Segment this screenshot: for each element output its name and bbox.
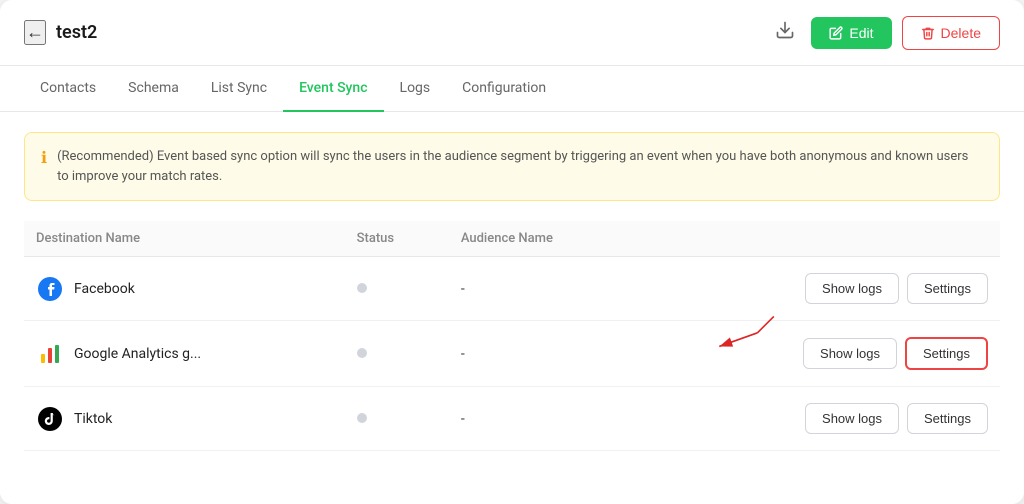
facebook-settings-button[interactable]: Settings	[907, 273, 988, 304]
info-icon: ℹ	[41, 148, 47, 167]
facebook-status	[345, 257, 449, 321]
tiktok-actions: Show logs Settings	[646, 387, 1000, 451]
trash-icon	[921, 26, 935, 40]
col-audience-name: Audience Name	[449, 221, 646, 257]
page-container: ← test2 Edit	[0, 0, 1024, 504]
google-analytics-settings-button[interactable]: Settings	[905, 337, 988, 370]
col-actions	[646, 221, 1000, 257]
tiktok-show-logs-button[interactable]: Show logs	[805, 403, 899, 434]
facebook-audience: -	[449, 257, 646, 321]
google-analytics-status-dot	[357, 348, 367, 358]
col-status: Status	[345, 221, 449, 257]
google-analytics-icon	[36, 340, 64, 368]
tab-schema[interactable]: Schema	[112, 66, 195, 112]
google-analytics-actions: Show logs Settings	[646, 321, 1000, 387]
content-area: ℹ (Recommended) Event based sync option …	[0, 112, 1024, 504]
google-analytics-audience: -	[449, 321, 646, 387]
page-title: test2	[56, 22, 97, 43]
col-destination-name: Destination Name	[24, 221, 345, 257]
edit-button[interactable]: Edit	[811, 17, 891, 49]
tab-logs[interactable]: Logs	[384, 66, 447, 112]
destinations-table: Destination Name Status Audience Name	[24, 221, 1000, 451]
back-button[interactable]: ←	[24, 20, 46, 45]
tiktok-status	[345, 387, 449, 451]
facebook-icon	[36, 275, 64, 303]
tiktok-settings-button[interactable]: Settings	[907, 403, 988, 434]
tab-event-sync[interactable]: Event Sync	[283, 66, 383, 112]
google-analytics-show-logs-button[interactable]: Show logs	[803, 338, 897, 369]
facebook-show-logs-button[interactable]: Show logs	[805, 273, 899, 304]
tab-list-sync[interactable]: List Sync	[195, 66, 283, 112]
tiktok-cell: Tiktok	[24, 387, 345, 451]
facebook-actions-cell: Show logs Settings	[658, 273, 988, 304]
destination-cell: Facebook	[24, 257, 345, 321]
table-row: Tiktok - Show logs Settings	[24, 387, 1000, 451]
header-left: ← test2	[24, 20, 97, 45]
table-row: Google Analytics g... - Show logs Settin…	[24, 321, 1000, 387]
tab-configuration[interactable]: Configuration	[446, 66, 562, 112]
tiktok-audience: -	[449, 387, 646, 451]
table-header-row: Destination Name Status Audience Name	[24, 221, 1000, 257]
table-row: Facebook - Show logs Settings	[24, 257, 1000, 321]
google-analytics-actions-cell: Show logs Settings	[658, 337, 988, 370]
tabs-bar: Contacts Schema List Sync Event Sync Log…	[0, 66, 1024, 112]
banner-text: (Recommended) Event based sync option wi…	[57, 147, 983, 186]
google-analytics-cell: Google Analytics g...	[24, 321, 345, 387]
google-analytics-name: Google Analytics g...	[74, 346, 201, 362]
tab-contacts[interactable]: Contacts	[24, 66, 112, 112]
header-right: Edit Delete	[769, 14, 1000, 51]
destinations-table-container: Destination Name Status Audience Name	[24, 221, 1000, 451]
delete-button[interactable]: Delete	[902, 16, 1000, 50]
facebook-status-dot	[357, 283, 367, 293]
header: ← test2 Edit	[0, 0, 1024, 66]
facebook-name: Facebook	[74, 281, 135, 297]
tiktok-icon	[36, 405, 64, 433]
tiktok-actions-cell: Show logs Settings	[658, 403, 988, 434]
info-banner: ℹ (Recommended) Event based sync option …	[24, 132, 1000, 201]
tiktok-status-dot	[357, 413, 367, 423]
edit-icon	[829, 26, 843, 40]
tiktok-name: Tiktok	[74, 411, 112, 427]
download-button[interactable]	[769, 14, 801, 51]
facebook-actions: Show logs Settings	[646, 257, 1000, 321]
google-analytics-status	[345, 321, 449, 387]
